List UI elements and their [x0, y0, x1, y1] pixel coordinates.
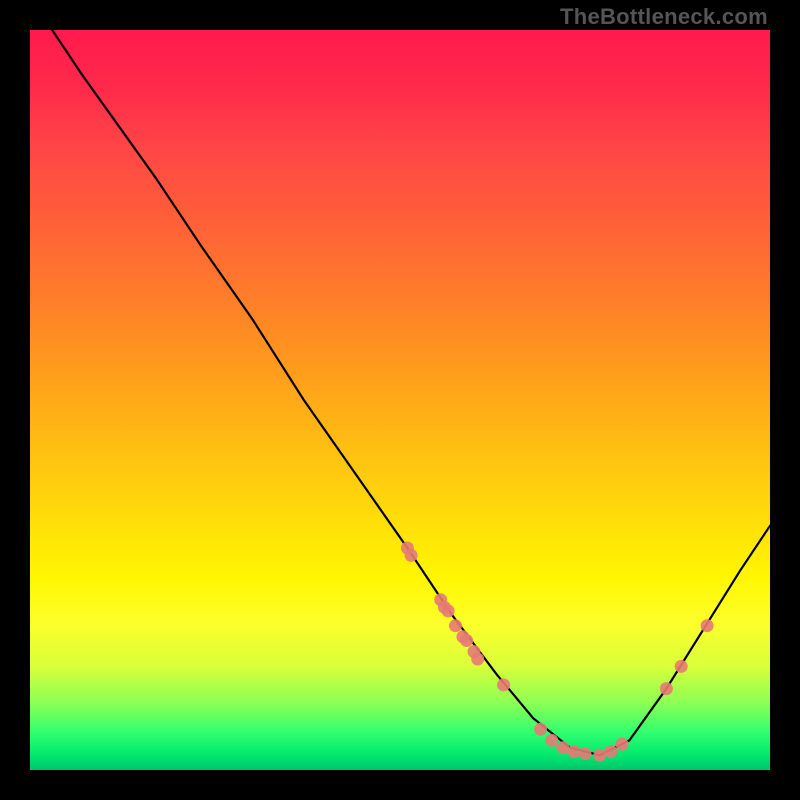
marker-dot: [405, 549, 418, 562]
marker-dot: [497, 678, 510, 691]
marker-dot: [442, 604, 455, 617]
marker-dot: [593, 749, 606, 762]
marker-dot: [434, 593, 447, 606]
marker-dot: [401, 542, 414, 555]
bottleneck-curve: [52, 30, 770, 755]
marker-group: [401, 542, 714, 762]
marker-dot: [701, 619, 714, 632]
marker-dot: [545, 734, 558, 747]
marker-dot: [471, 653, 484, 666]
chart-svg: [30, 30, 770, 770]
marker-dot: [460, 634, 473, 647]
marker-dot: [438, 601, 451, 614]
marker-dot: [660, 682, 673, 695]
marker-dot: [449, 619, 462, 632]
marker-dot: [579, 747, 592, 760]
marker-dot: [456, 630, 469, 643]
watermark-text: TheBottleneck.com: [560, 4, 768, 30]
marker-dot: [675, 660, 688, 673]
plot-area: [30, 30, 770, 770]
marker-dot: [604, 745, 617, 758]
marker-dot: [534, 723, 547, 736]
marker-dot: [567, 745, 580, 758]
marker-dot: [468, 645, 481, 658]
marker-dot: [616, 738, 629, 751]
marker-dot: [556, 741, 569, 754]
chart-stage: TheBottleneck.com: [0, 0, 800, 800]
